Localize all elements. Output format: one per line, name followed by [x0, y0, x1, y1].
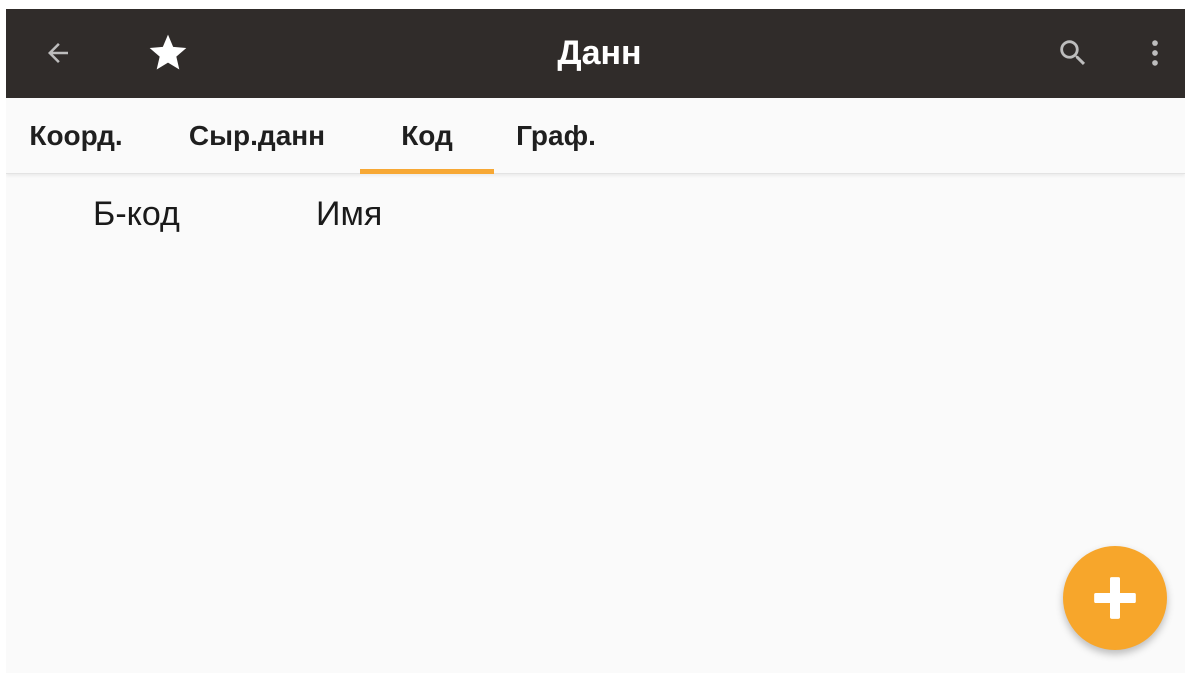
- selected-tab-indicator: [360, 169, 494, 174]
- arrow-back-icon: [48, 43, 68, 63]
- tab-label: Граф.: [516, 120, 596, 151]
- add-button[interactable]: [1063, 546, 1167, 650]
- app-screen: Данн Коорд. Сыр.данн Код Граф. Б-код Имя: [6, 9, 1185, 673]
- tab-label: Коорд.: [29, 120, 123, 151]
- search-icon: [1060, 40, 1086, 66]
- tab-bar: Коорд. Сыр.данн Код Граф.: [6, 98, 1185, 174]
- plus-icon: [1094, 577, 1136, 619]
- tab-label: Код: [401, 120, 453, 151]
- tab-graph[interactable]: Граф.: [502, 98, 610, 174]
- back-button[interactable]: [28, 23, 88, 83]
- tab-label: Сыр.данн: [188, 120, 326, 151]
- more-options-button[interactable]: [1125, 23, 1185, 83]
- tab-coordinates[interactable]: Коорд.: [12, 98, 140, 174]
- search-button[interactable]: [1043, 23, 1103, 83]
- star-icon: [149, 34, 187, 70]
- column-header-name: Имя: [316, 195, 383, 233]
- favorite-button[interactable]: [138, 23, 198, 83]
- column-header-bcode: Б-код: [93, 195, 180, 233]
- more-vert-icon: [1152, 40, 1158, 66]
- tab-raw-data[interactable]: Сыр.данн: [170, 98, 344, 174]
- top-toolbar: Данн: [6, 9, 1185, 98]
- tab-code[interactable]: Код: [360, 98, 494, 174]
